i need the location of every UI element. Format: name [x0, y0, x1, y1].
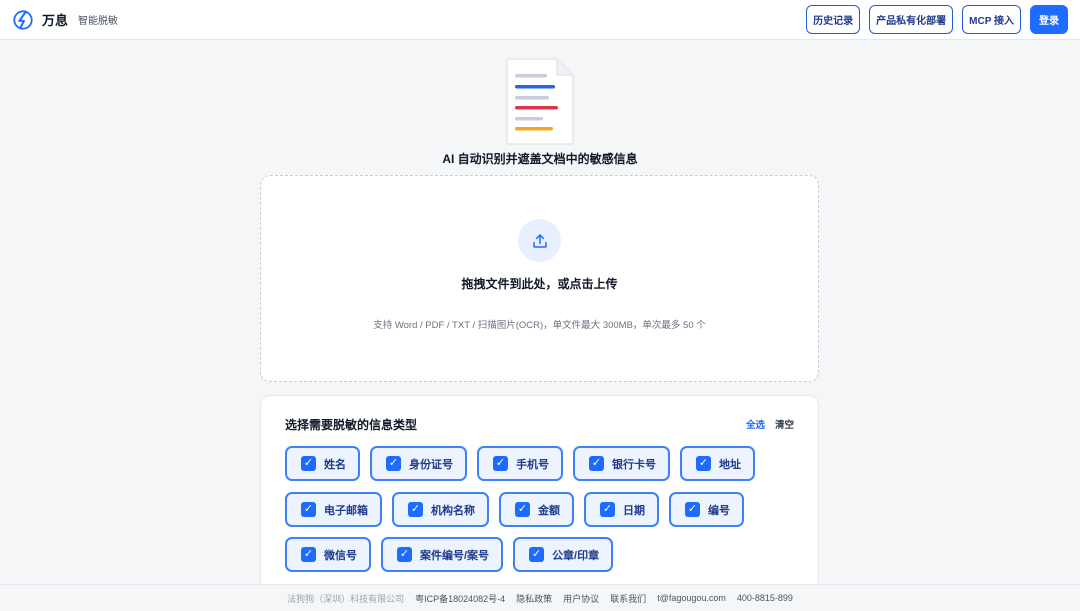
- footer-contact-link[interactable]: 联系我们: [610, 592, 646, 605]
- type-chip-label: 姓名: [324, 458, 346, 471]
- type-chip-label: 身份证号: [409, 458, 453, 471]
- hero-title: AI 自动识别并遮盖文档中的敏感信息: [442, 152, 638, 166]
- checkbox-checked-icon: ✓: [386, 456, 401, 471]
- type-chip-row: ✓ 电子邮箱 ✓ 机构名称 ✓ 金额 ✓ 日期 ✓ 编号: [285, 492, 744, 527]
- type-chip-label: 微信号: [324, 549, 357, 562]
- footer-company: 法狗狗（深圳）科技有限公司: [287, 593, 405, 604]
- checkbox-checked-icon: ✓: [696, 456, 711, 471]
- type-chip-row: ✓ 微信号 ✓ 案件编号/案号 ✓ 公章/印章: [285, 537, 614, 572]
- dropzone-main-text: 拖拽文件到此处，或点击上传: [461, 277, 618, 291]
- footer-email-link[interactable]: t@fagougou.com: [657, 593, 726, 603]
- type-chip-amount[interactable]: ✓ 金额: [499, 492, 574, 527]
- type-chip-label: 公章/印章: [552, 549, 600, 562]
- checkbox-checked-icon: ✓: [301, 456, 316, 471]
- brand[interactable]: 万息 智能脱敏: [12, 9, 118, 31]
- dropzone-hint: 支持 Word / PDF / TXT / 扫描图片(OCR)，单文件最大 30…: [373, 320, 706, 331]
- type-chip-id-number[interactable]: ✓ 身份证号: [370, 446, 467, 481]
- footer-icp-link[interactable]: 粤ICP备18024082号-4: [415, 592, 505, 605]
- checkbox-checked-icon: ✓: [397, 547, 412, 562]
- checkbox-checked-icon: ✓: [301, 502, 316, 517]
- brand-subtitle: 智能脱敏: [78, 16, 119, 27]
- file-dropzone[interactable]: 拖拽文件到此处，或点击上传 支持 Word / PDF / TXT / 扫描图片…: [260, 175, 819, 382]
- type-chip-label: 手机号: [516, 458, 549, 471]
- select-all-link[interactable]: 全选: [746, 417, 765, 431]
- type-chip-bank-card[interactable]: ✓ 银行卡号: [573, 446, 670, 481]
- footer-agreement-link[interactable]: 用户协议: [563, 592, 599, 605]
- checkbox-checked-icon: ✓: [515, 502, 530, 517]
- type-chip-label: 编号: [708, 504, 730, 517]
- info-types-panel: 选择需要脱敏的信息类型 全选 清空 ✓ 姓名 ✓ 身份证号 ✓ 手机号 ✓ 银行…: [260, 395, 819, 595]
- type-chip-serial[interactable]: ✓ 编号: [669, 492, 744, 527]
- type-chip-label: 银行卡号: [612, 458, 656, 471]
- brand-name: 万息: [42, 13, 69, 28]
- history-button[interactable]: 历史记录: [806, 5, 861, 34]
- info-types-actions: 全选 清空: [746, 417, 794, 431]
- checkbox-checked-icon: ✓: [408, 502, 423, 517]
- type-chip-label: 地址: [719, 458, 741, 471]
- checkbox-checked-icon: ✓: [529, 547, 545, 562]
- type-chip-case-number[interactable]: ✓ 案件编号/案号: [381, 537, 504, 572]
- footer-phone: 400-8815-899: [736, 593, 793, 603]
- clear-link[interactable]: 清空: [775, 417, 794, 431]
- checkbox-checked-icon: ✓: [600, 502, 615, 517]
- checkbox-checked-icon: ✓: [589, 456, 604, 471]
- type-chip-wechat[interactable]: ✓ 微信号: [285, 537, 371, 572]
- top-header: 万息 智能脱敏 历史记录 产品私有化部署 MCP 接入 登录: [0, 0, 1080, 40]
- type-chip-name[interactable]: ✓ 姓名: [285, 446, 360, 481]
- footer-privacy-link[interactable]: 隐私政策: [516, 592, 552, 605]
- type-chip-label: 电子邮箱: [324, 504, 368, 517]
- type-chip-date[interactable]: ✓ 日期: [584, 492, 659, 527]
- type-chip-label: 日期: [623, 504, 645, 517]
- type-chip-row: ✓ 姓名 ✓ 身份证号 ✓ 手机号 ✓ 银行卡号 ✓ 地址: [285, 446, 755, 481]
- page-footer: 法狗狗（深圳）科技有限公司 粤ICP备18024082号-4 隐私政策 用户协议…: [0, 584, 1080, 611]
- type-chip-organization[interactable]: ✓ 机构名称: [392, 492, 489, 527]
- upload-button[interactable]: [518, 219, 561, 262]
- type-chip-phone[interactable]: ✓ 手机号: [477, 446, 563, 481]
- checkbox-checked-icon: ✓: [493, 456, 508, 471]
- type-chip-label: 金额: [538, 504, 560, 517]
- type-chip-seal[interactable]: ✓ 公章/印章: [513, 537, 614, 572]
- type-chip-email[interactable]: ✓ 电子邮箱: [285, 492, 382, 527]
- brand-logo-icon: [13, 9, 33, 30]
- document-illustration-icon: [506, 58, 574, 145]
- login-button[interactable]: 登录: [1030, 5, 1068, 34]
- type-chip-label: 机构名称: [431, 504, 475, 517]
- mcp-button[interactable]: MCP 接入: [962, 5, 1021, 34]
- upload-icon: [532, 233, 547, 248]
- checkbox-checked-icon: ✓: [301, 547, 316, 562]
- info-types-title: 选择需要脱敏的信息类型: [285, 418, 418, 432]
- private-deploy-button[interactable]: 产品私有化部署: [869, 5, 954, 34]
- header-nav: 历史记录 产品私有化部署 MCP 接入 登录: [806, 5, 1068, 34]
- type-chip-address[interactable]: ✓ 地址: [680, 446, 755, 481]
- checkbox-checked-icon: ✓: [685, 502, 700, 517]
- type-chip-label: 案件编号/案号: [420, 549, 490, 562]
